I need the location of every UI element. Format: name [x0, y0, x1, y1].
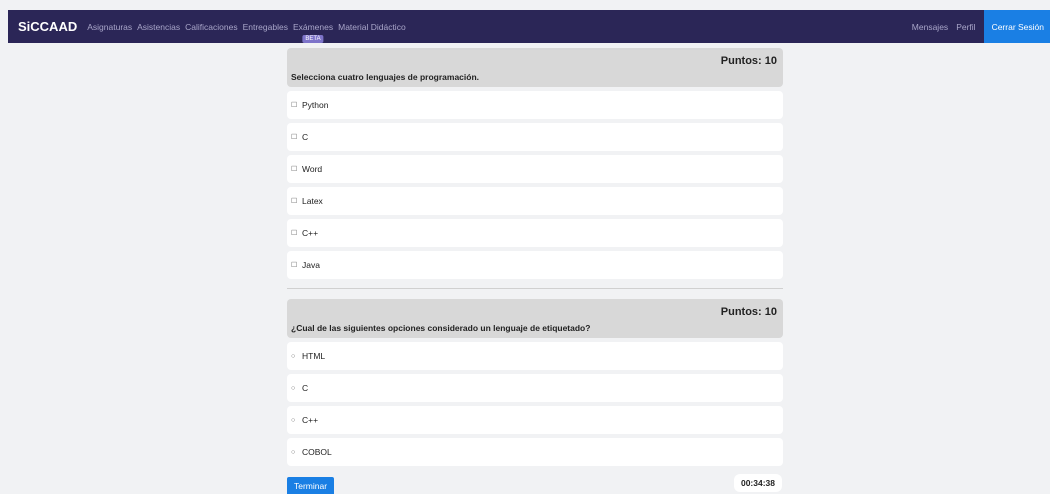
nav-right: Mensajes Perfil Cerrar Sesión	[912, 10, 1050, 43]
option-label: COBOL	[302, 447, 332, 457]
question-2: Puntos: 10 ¿Cual de las siguientes opcio…	[287, 299, 783, 466]
countdown-timer: 00:34:38	[733, 474, 782, 492]
option-label: Java	[302, 260, 320, 270]
exam-footer: Terminar 00:34:38	[287, 474, 783, 494]
option-label: HTML	[302, 351, 326, 361]
checkbox-icon[interactable]: ☐	[291, 133, 298, 141]
option-latex[interactable]: ☐ Latex	[287, 187, 783, 215]
option-label: Word	[302, 164, 323, 174]
checkbox-icon[interactable]: ☐	[291, 165, 298, 173]
option-cpp[interactable]: ○ C++	[287, 406, 783, 434]
nav-link-mensajes[interactable]: Mensajes	[912, 22, 948, 32]
question-text: ¿Cual de las siguientes opciones conside…	[291, 323, 591, 333]
option-label: C++	[302, 228, 319, 238]
radio-icon[interactable]: ○	[291, 385, 298, 392]
option-word[interactable]: ☐ Word	[287, 155, 783, 183]
checkbox-icon[interactable]: ☐	[291, 101, 298, 109]
question-header: Puntos: 10 ¿Cual de las siguientes opcio…	[287, 299, 783, 338]
option-label: C	[302, 383, 309, 393]
option-python[interactable]: ☐ Python	[287, 91, 783, 119]
nav-link-asignaturas[interactable]: Asignaturas	[87, 22, 132, 32]
option-java[interactable]: ☐ Java	[287, 251, 783, 279]
top-navbar: SiCCAAD Asignaturas Asistencias Califica…	[8, 10, 1050, 43]
option-label: Latex	[302, 196, 323, 206]
question-points: Puntos: 10	[720, 306, 777, 318]
radio-icon[interactable]: ○	[291, 417, 298, 424]
option-label: C	[302, 132, 309, 142]
nav-link-examenes-label: Exámenes	[292, 21, 334, 32]
nav-links: Asignaturas Asistencias Calificaciones E…	[87, 10, 410, 43]
brand-logo[interactable]: SiCCAAD	[18, 19, 77, 34]
nav-link-material-didactico[interactable]: Material Didáctico	[338, 22, 406, 32]
option-cpp[interactable]: ☐ C++	[287, 219, 783, 247]
nav-link-perfil[interactable]: Perfil	[956, 22, 975, 32]
option-label: C++	[302, 415, 319, 425]
question-points: Puntos: 10	[720, 55, 777, 67]
option-cobol[interactable]: ○ COBOL	[287, 438, 783, 466]
finish-button[interactable]: Terminar	[287, 477, 335, 494]
option-c[interactable]: ○ C	[287, 374, 783, 402]
option-c[interactable]: ☐ C	[287, 123, 783, 151]
nav-link-entregables[interactable]: Entregables	[243, 22, 288, 32]
question-divider	[287, 288, 783, 289]
beta-badge: BETA	[302, 34, 324, 43]
checkbox-icon[interactable]: ☐	[291, 229, 298, 237]
logout-button[interactable]: Cerrar Sesión	[983, 10, 1050, 43]
nav-link-asistencias[interactable]: Asistencias	[137, 22, 180, 32]
radio-icon[interactable]: ○	[291, 353, 298, 360]
nav-link-examenes[interactable]: Exámenes BETA	[292, 21, 334, 43]
question-text: Selecciona cuatro lenguajes de programac…	[291, 72, 480, 82]
option-label: Python	[302, 100, 329, 110]
option-html[interactable]: ○ HTML	[287, 342, 783, 370]
radio-icon[interactable]: ○	[291, 449, 298, 456]
checkbox-icon[interactable]: ☐	[291, 197, 298, 205]
nav-link-calificaciones[interactable]: Calificaciones	[185, 22, 237, 32]
question-header: Puntos: 10 Selecciona cuatro lenguajes d…	[287, 48, 783, 87]
checkbox-icon[interactable]: ☐	[291, 261, 298, 269]
question-1: Puntos: 10 Selecciona cuatro lenguajes d…	[287, 48, 783, 466]
